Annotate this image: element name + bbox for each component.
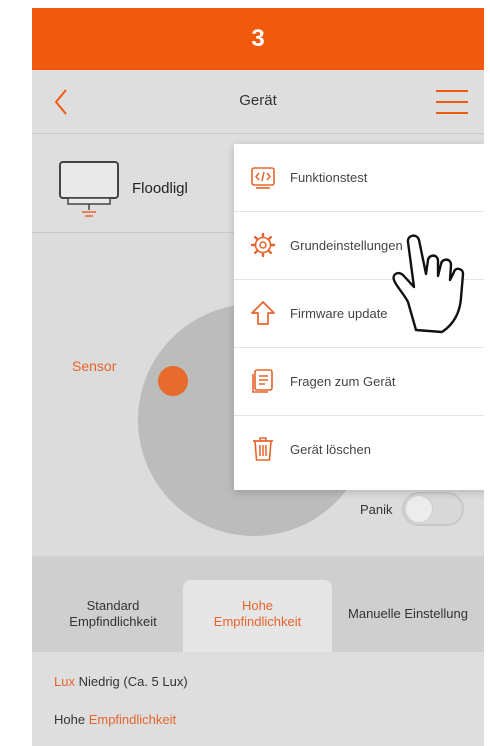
panik-toggle-knob [405,495,433,523]
tap-hand-icon [392,234,465,334]
step-number: 3 [251,25,265,52]
menu-item-geraet-loeschen[interactable]: Gerät löschen [234,416,484,484]
lux-label: Lux [54,674,75,689]
sensor-dial-knob[interactable] [158,366,188,396]
gear-icon [250,232,276,258]
sensitivity-word: Empfindlichkeit [88,712,177,727]
menu-item-label: Firmware update [290,306,388,321]
sensitivity-tabs: Standard Empfindlichkeit Hohe Empfindlic… [32,556,484,652]
sensitivity-info-row: Hohe Empfindlichkeit [54,712,176,727]
sensor-label: Sensor [72,358,117,374]
page-title: Gerät [239,92,277,109]
tab-standard-empfindlichkeit[interactable]: Standard Empfindlichkeit [44,580,182,652]
lux-value: Niedrig (Ca. 5 Lux) [74,674,188,689]
sensitivity-info: Lux Niedrig (Ca. 5 Lux) Hohe Empfindlich… [32,652,484,746]
device-name: Floodligl [132,180,188,197]
upload-arrow-icon [251,301,275,325]
menu-item-funktionstest[interactable]: Funktionstest [234,144,484,212]
lux-info-row: Lux Niedrig (Ca. 5 Lux) [54,674,188,689]
floodlight-device-icon [59,161,119,217]
tab-label-line1: Hohe [241,598,274,613]
tab-label-line1: Manuelle Einstellung [348,606,468,621]
sensitivity-level: Hohe [54,712,89,727]
tab-label-line1: Standard [86,598,140,613]
step-number-banner: 3 [32,8,484,70]
tab-label-line2: Empfindlichkeit [213,614,302,629]
menu-item-label: Gerät löschen [290,442,371,457]
menu-item-fragen-zum-geraet[interactable]: Fragen zum Gerät [234,348,484,416]
navigation-bar: Gerät [32,70,484,134]
tab-manuelle-einstellung[interactable]: Manuelle Einstellung [332,580,484,652]
panik-toggle[interactable] [402,492,464,526]
tab-label-line2: Empfindlichkeit [69,614,157,629]
app-screen: 3 Gerät Floodligl Sensor Panik Standard … [32,8,484,746]
code-icon [251,167,275,189]
menu-item-label: Funktionstest [290,170,368,185]
panik-label: Panik [360,502,393,517]
tab-hohe-empfindlichkeit[interactable]: Hohe Empfindlichkeit [183,580,332,652]
hamburger-menu-icon[interactable] [436,90,468,114]
menu-item-label: Fragen zum Gerät [290,374,396,389]
document-icon [252,369,273,393]
trash-icon [253,437,273,461]
